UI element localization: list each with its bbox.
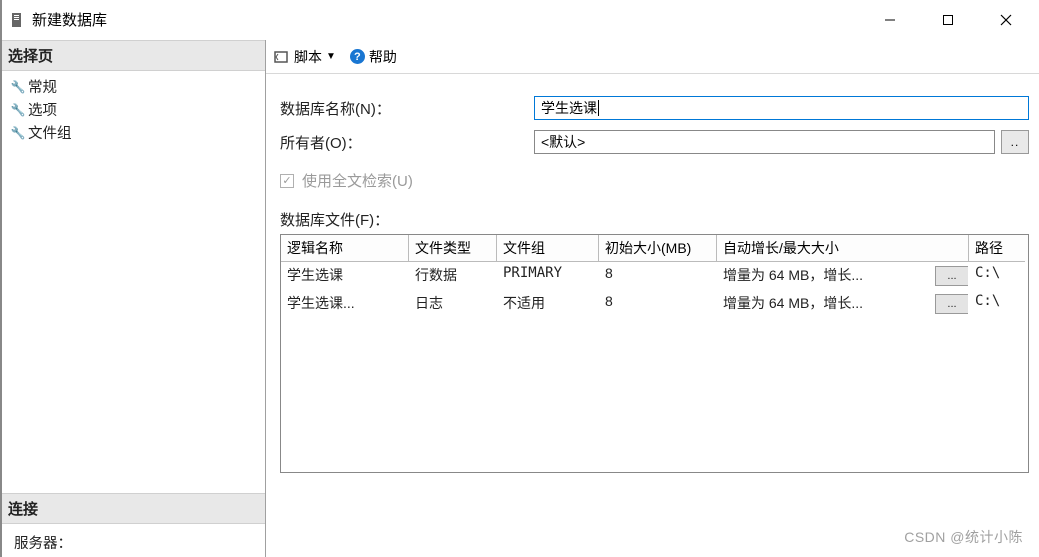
nav-list: 🔧常规 🔧选项 🔧文件组 [2, 71, 265, 152]
wrench-icon: 🔧 [10, 103, 26, 117]
fulltext-checkbox: ✓ [280, 174, 294, 188]
text-caret [598, 100, 599, 116]
files-grid[interactable]: 逻辑名称 文件类型 文件组 初始大小(MB) 自动增长/最大大小 路径 学生选课… [280, 234, 1029, 473]
cell-fgroup[interactable]: 不适用 [497, 290, 599, 318]
col-filegroup[interactable]: 文件组 [497, 235, 599, 262]
help-button[interactable]: ? 帮助 [348, 47, 399, 67]
sidebar: 选择页 🔧常规 🔧选项 🔧文件组 连接 服务器： [2, 40, 266, 557]
db-name-label: 数据库名称(N)： [280, 98, 534, 119]
script-label: 脚本 [294, 47, 322, 67]
select-page-header: 选择页 [2, 40, 265, 71]
sidebar-item-label: 文件组 [28, 122, 72, 143]
window-title: 新建数据库 [32, 9, 107, 30]
sidebar-item-label: 常规 [28, 76, 57, 97]
help-label: 帮助 [369, 47, 397, 67]
owner-browse-button[interactable]: .. [1001, 130, 1029, 154]
cell-ftype: 日志 [409, 290, 497, 318]
cell-logical[interactable]: 学生选课 [281, 262, 409, 290]
wrench-icon: 🔧 [10, 80, 26, 94]
cell-initsize[interactable]: 8 [599, 262, 717, 290]
form-area: 数据库名称(N)： 学生选课 所有者(O)： .. ✓ 使用全文检索(U) 数据… [266, 74, 1039, 473]
toolbar: 脚本 ▼ ? 帮助 [266, 40, 1039, 74]
autogrow-browse-button[interactable]: ... [935, 266, 969, 286]
minimize-button[interactable] [861, 0, 919, 39]
help-icon: ? [350, 49, 365, 64]
sidebar-item-options[interactable]: 🔧选项 [10, 98, 265, 121]
script-button[interactable]: 脚本 ▼ [272, 47, 344, 67]
maximize-button[interactable] [919, 0, 977, 39]
cell-autogrow-btn: ... [929, 262, 969, 290]
owner-label: 所有者(O)： [280, 132, 534, 153]
titlebar: 新建数据库 [2, 0, 1039, 40]
db-name-input[interactable]: 学生选课 [534, 96, 1029, 120]
cell-autogrow-btn: ... [929, 290, 969, 318]
col-autogrowth[interactable]: 自动增长/最大大小 [717, 235, 969, 262]
col-path[interactable]: 路径 [969, 235, 1025, 262]
grid-header: 逻辑名称 文件类型 文件组 初始大小(MB) 自动增长/最大大小 路径 [281, 235, 1028, 262]
cell-ftype: 行数据 [409, 262, 497, 290]
cell-fgroup[interactable]: PRIMARY [497, 262, 599, 290]
close-button[interactable] [977, 0, 1035, 39]
wrench-icon: 🔧 [10, 126, 26, 140]
table-row[interactable]: 学生选课... 日志 不适用 8 增量为 64 MB，增长... ... C:\ [281, 290, 1028, 318]
grid-body: 学生选课 行数据 PRIMARY 8 增量为 64 MB，增长... ... C… [281, 262, 1028, 472]
table-row[interactable]: 学生选课 行数据 PRIMARY 8 增量为 64 MB，增长... ... C… [281, 262, 1028, 290]
fulltext-checkbox-row: ✓ 使用全文检索(U) [280, 170, 1029, 191]
sidebar-item-filegroups[interactable]: 🔧文件组 [10, 121, 265, 144]
fulltext-label: 使用全文检索(U) [302, 170, 413, 191]
sidebar-item-label: 选项 [28, 99, 57, 120]
files-label: 数据库文件(F)： [280, 209, 1029, 230]
cell-logical[interactable]: 学生选课... [281, 290, 409, 318]
col-file-type[interactable]: 文件类型 [409, 235, 497, 262]
cell-initsize[interactable]: 8 [599, 290, 717, 318]
app-icon [10, 12, 26, 28]
cell-path[interactable]: C:\ [969, 290, 1025, 318]
sidebar-item-general[interactable]: 🔧常规 [10, 75, 265, 98]
col-logical-name[interactable]: 逻辑名称 [281, 235, 409, 262]
chevron-down-icon: ▼ [326, 51, 336, 62]
col-initial-size[interactable]: 初始大小(MB) [599, 235, 717, 262]
server-label: 服务器： [14, 536, 72, 552]
main-panel: 脚本 ▼ ? 帮助 数据库名称(N)： 学生选课 所有者(O)： .. ✓ 使用… [266, 40, 1039, 557]
script-icon [274, 50, 290, 64]
cell-path[interactable]: C:\ [969, 262, 1025, 290]
connection-body: 服务器： [2, 524, 265, 557]
cell-autogrow: 增量为 64 MB，增长... [717, 262, 929, 290]
watermark: CSDN @统计小陈 [904, 527, 1023, 547]
window-controls [861, 0, 1035, 39]
cell-autogrow: 增量为 64 MB，增长... [717, 290, 929, 318]
connection-header: 连接 [2, 493, 265, 524]
autogrow-browse-button[interactable]: ... [935, 294, 969, 314]
owner-input[interactable] [534, 130, 995, 154]
